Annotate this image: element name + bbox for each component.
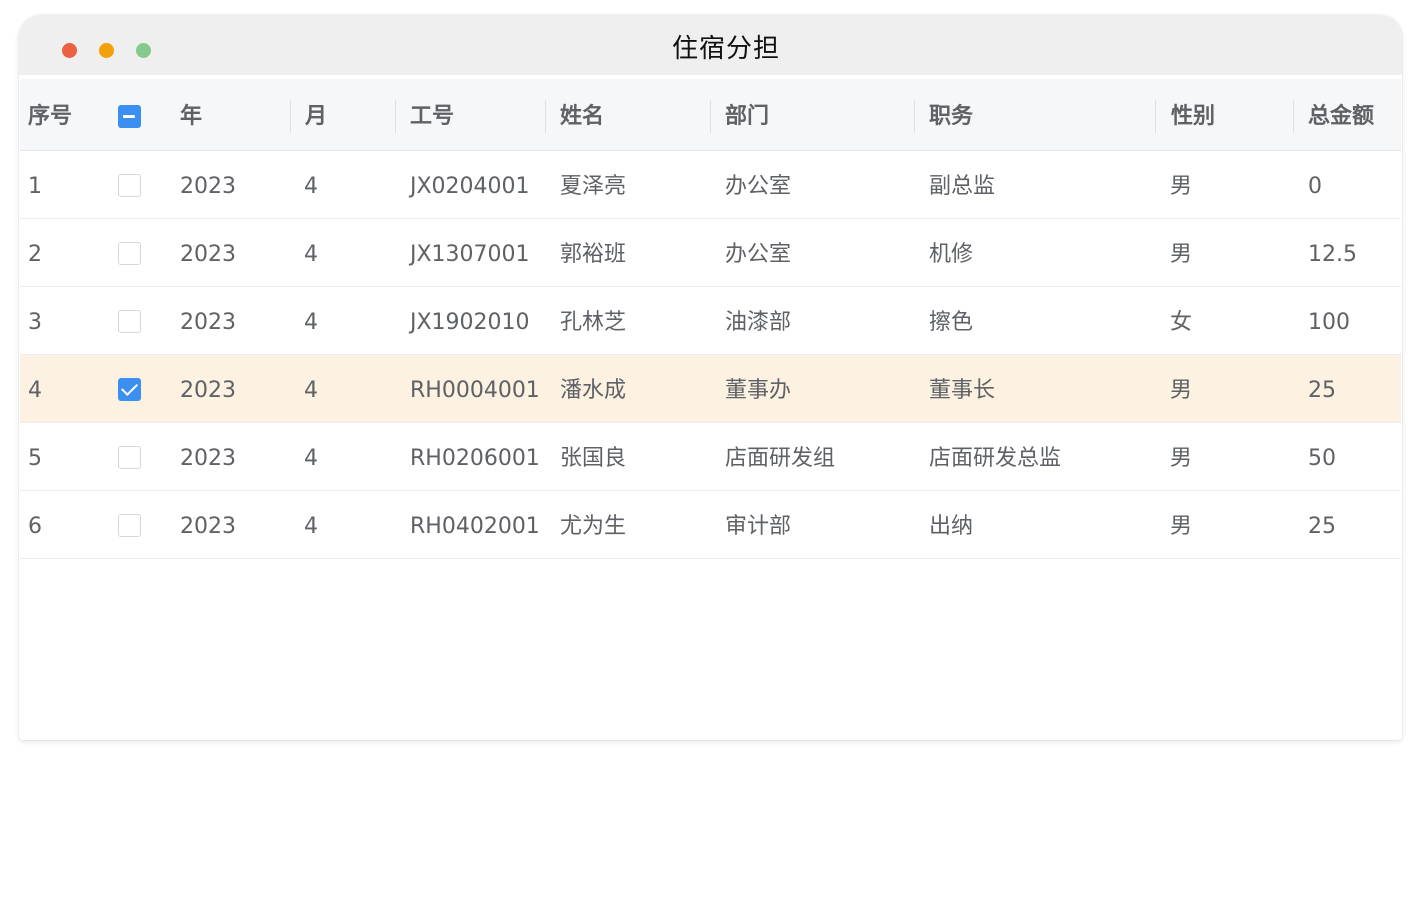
table-row[interactable]: 5 2023 4 RH0206001 张国良 店面研发组 店面研发总监 男 50 bbox=[20, 423, 1401, 491]
window-title: 住宿分担 bbox=[671, 34, 780, 64]
cell-employee-id: JX1902010 bbox=[410, 310, 530, 335]
cell-index: 2 bbox=[28, 242, 42, 267]
column-header-department[interactable]: 部门 bbox=[725, 79, 769, 150]
cell-position: 董事长 bbox=[929, 378, 996, 403]
app-window: 住宿分担 序号 年 月 工号 姓名 部门 职务 性别 总金额 1 2023 4 JX0… bbox=[19, 15, 1402, 740]
cell-name: 张国良 bbox=[560, 446, 627, 471]
cell-total-amount: 25 bbox=[1308, 514, 1336, 539]
column-divider[interactable] bbox=[1155, 100, 1156, 133]
select-all-checkbox[interactable] bbox=[118, 105, 141, 128]
cell-department: 店面研发组 bbox=[725, 446, 836, 471]
cell-year: 2023 bbox=[180, 446, 236, 471]
cell-employee-id: JX0204001 bbox=[410, 174, 530, 199]
cell-total-amount: 12.5 bbox=[1308, 242, 1357, 267]
cell-total-amount: 100 bbox=[1308, 310, 1350, 335]
cell-year: 2023 bbox=[180, 310, 236, 335]
column-divider[interactable] bbox=[914, 100, 915, 133]
column-divider[interactable] bbox=[1293, 100, 1294, 133]
cell-index: 3 bbox=[28, 310, 42, 335]
cell-name: 郭裕班 bbox=[560, 242, 627, 267]
cell-name: 潘水成 bbox=[560, 378, 627, 403]
cell-employee-id: RH0402001 bbox=[410, 514, 540, 539]
cell-position: 机修 bbox=[929, 242, 974, 267]
cell-year: 2023 bbox=[180, 242, 236, 267]
table-row[interactable]: 1 2023 4 JX0204001 夏泽亮 办公室 副总监 男 0 bbox=[20, 151, 1401, 219]
column-header-position[interactable]: 职务 bbox=[929, 79, 973, 150]
table-body: 1 2023 4 JX0204001 夏泽亮 办公室 副总监男 0 2 2023 4 JX130700… bbox=[20, 151, 1401, 559]
cell-department: 油漆部 bbox=[725, 310, 792, 335]
cell-employee-id: RH0206001 bbox=[410, 446, 540, 471]
column-header-gender[interactable]: 性别 bbox=[1171, 79, 1215, 150]
column-divider[interactable] bbox=[290, 100, 291, 133]
cell-total-amount: 50 bbox=[1308, 446, 1336, 471]
cell-gender: 男 bbox=[1170, 242, 1193, 267]
cell-total-amount: 0 bbox=[1308, 174, 1322, 199]
row-checkbox[interactable] bbox=[118, 514, 141, 537]
column-header-index[interactable]: 序号 bbox=[28, 79, 72, 150]
cell-employee-id: JX1307001 bbox=[410, 242, 530, 267]
cell-position: 擦色 bbox=[929, 310, 974, 335]
row-checkbox[interactable] bbox=[118, 446, 141, 469]
cell-position: 副总监 bbox=[929, 174, 996, 199]
cell-index: 4 bbox=[28, 378, 42, 403]
column-divider[interactable] bbox=[710, 100, 711, 133]
cell-month: 4 bbox=[304, 378, 318, 403]
row-checkbox[interactable] bbox=[118, 242, 141, 265]
column-divider[interactable] bbox=[395, 100, 396, 133]
cell-name: 夏泽亮 bbox=[560, 174, 627, 199]
cell-gender: 男 bbox=[1170, 446, 1193, 471]
cell-index: 6 bbox=[28, 514, 42, 539]
column-divider[interactable] bbox=[545, 100, 546, 133]
table-row[interactable]: 2 2023 4 JX1307001 郭裕班 办公室 机修 男 12.5 bbox=[20, 219, 1401, 287]
cell-position: 出纳 bbox=[929, 514, 974, 539]
column-header-employee-id[interactable]: 工号 bbox=[410, 79, 454, 150]
cell-gender: 男 bbox=[1170, 514, 1193, 539]
row-checkbox[interactable] bbox=[118, 378, 141, 401]
cell-name: 尤为生 bbox=[560, 514, 627, 539]
table-row[interactable]: 3 2023 4 JX1902010 孔林芝 油漆部 擦色 女 100 bbox=[20, 287, 1401, 355]
column-header-year[interactable]: 年 bbox=[180, 79, 202, 150]
data-table: 序号 年 月 工号 姓名 部门 职务 性别 总金额 1 2023 4 JX020400… bbox=[20, 79, 1401, 559]
cell-month: 4 bbox=[304, 514, 318, 539]
table-header: 序号 年 月 工号 姓名 部门 职务 性别 总金额 bbox=[20, 79, 1401, 151]
cell-department: 办公室 bbox=[725, 242, 792, 267]
cell-month: 4 bbox=[304, 310, 318, 335]
table-row[interactable]: 6 2023 4 RH0402001 尤为生 审计部 出纳 男 25 bbox=[20, 491, 1401, 559]
row-checkbox[interactable] bbox=[118, 174, 141, 197]
cell-month: 4 bbox=[304, 174, 318, 199]
cell-department: 董事办 bbox=[725, 378, 792, 403]
cell-index: 5 bbox=[28, 446, 42, 471]
cell-gender: 男 bbox=[1170, 378, 1193, 403]
row-checkbox[interactable] bbox=[118, 310, 141, 333]
title-bar: 住宿分担 bbox=[19, 15, 1402, 75]
column-header-name[interactable]: 姓名 bbox=[560, 79, 604, 150]
cell-month: 4 bbox=[304, 242, 318, 267]
column-header-month[interactable]: 月 bbox=[305, 79, 327, 150]
cell-month: 4 bbox=[304, 446, 318, 471]
cell-total-amount: 25 bbox=[1308, 378, 1336, 403]
cell-year: 2023 bbox=[180, 174, 236, 199]
cell-year: 2023 bbox=[180, 514, 236, 539]
column-header-total-amount[interactable]: 总金额 bbox=[1308, 79, 1374, 150]
cell-year: 2023 bbox=[180, 378, 236, 403]
cell-position: 店面研发总监 bbox=[929, 446, 1062, 471]
cell-gender: 男 bbox=[1170, 174, 1193, 199]
cell-index: 1 bbox=[28, 174, 42, 199]
cell-gender: 女 bbox=[1170, 310, 1193, 335]
table-row[interactable]: 4 2023 4 RH0004001 潘水成 董事办 董事长 男 25 bbox=[20, 355, 1401, 423]
cell-name: 孔林芝 bbox=[560, 310, 627, 335]
cell-department: 办公室 bbox=[725, 174, 792, 199]
cell-employee-id: RH0004001 bbox=[410, 378, 540, 403]
cell-department: 审计部 bbox=[725, 514, 792, 539]
